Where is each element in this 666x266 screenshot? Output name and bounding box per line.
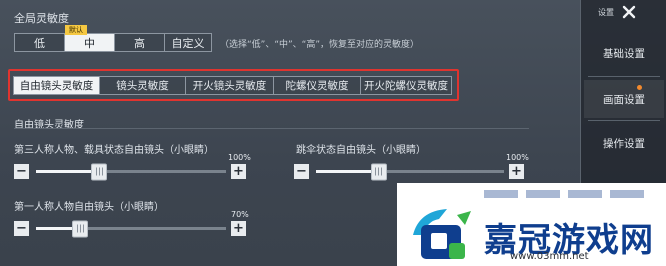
slider-thumb[interactable]	[370, 163, 387, 180]
preset-high[interactable]: 高	[114, 33, 164, 52]
slider-label-third-person: 第三人称人物、载具状态自由镜头（小眼睛）	[14, 145, 214, 156]
sidebar-divider	[588, 76, 660, 77]
slider-value-first-person: 70%	[231, 210, 249, 219]
slider-thumb[interactable]	[91, 163, 108, 180]
slider-plus-button[interactable]: +	[509, 164, 524, 179]
slider-value-parachute: 100%	[506, 153, 529, 162]
close-icon	[622, 5, 636, 19]
slider-track[interactable]	[316, 163, 504, 180]
global-sensitivity-title: 全局灵敏度	[14, 12, 69, 25]
close-button[interactable]	[616, 2, 642, 22]
slider-fill	[316, 170, 379, 173]
tab-gyroscope[interactable]: 陀螺仪灵敏度	[273, 76, 360, 95]
sidebar-item-graphics[interactable]: 画面设置	[584, 80, 664, 118]
preset-hint: （选择“低”、“中”、“高”，恢复至对应的灵敏度）	[220, 40, 419, 50]
tab-fire-camera[interactable]: 开火镜头灵敏度	[185, 76, 273, 95]
sensitivity-tabs: 自由镜头灵敏度 镜头灵敏度 开火镜头灵敏度 陀螺仪灵敏度 开火陀螺仪灵敏度	[13, 76, 452, 95]
slider-value-third-person: 100%	[228, 153, 251, 162]
preset-low[interactable]: 低	[14, 33, 64, 52]
watermark-ghost-text	[484, 190, 644, 198]
slider-minus-button[interactable]: −	[14, 221, 29, 236]
slider-minus-button[interactable]: −	[294, 164, 309, 179]
slider-track[interactable]	[36, 163, 226, 180]
slider-plus-button[interactable]: +	[231, 221, 246, 236]
slider-thumb[interactable]	[72, 220, 89, 237]
sidebar-item-basic[interactable]: 基础设置	[584, 34, 664, 72]
sidebar-item-controls[interactable]: 操作设置	[584, 124, 664, 162]
sidebar-header: 设置	[598, 8, 614, 17]
preset-group: 低 中 高 自定义	[14, 33, 212, 52]
watermark-logo-icon	[413, 209, 471, 259]
notification-dot	[637, 85, 642, 90]
preset-medium[interactable]: 中	[64, 33, 114, 52]
slider-label-first-person: 第一人称人物自由镜头（小眼睛）	[14, 202, 164, 213]
slider-minus-button[interactable]: −	[14, 164, 29, 179]
sidebar-divider	[588, 120, 660, 121]
slider-fill	[36, 170, 100, 173]
preset-custom[interactable]: 自定义	[164, 33, 212, 52]
tab-camera[interactable]: 镜头灵敏度	[99, 76, 185, 95]
settings-screen: 全局灵敏度 低 中 高 自定义 默认 （选择“低”、“中”、“高”，恢复至对应的…	[0, 0, 666, 266]
watermark-url: www.03mm.net	[510, 251, 589, 262]
slider-track[interactable]	[36, 220, 226, 237]
slider-label-parachute: 跳伞状态自由镜头（小眼睛）	[296, 145, 426, 156]
tab-free-camera[interactable]: 自由镜头灵敏度	[13, 76, 99, 95]
section-divider	[14, 128, 529, 129]
slider-plus-button[interactable]: +	[231, 164, 246, 179]
tab-fire-gyroscope[interactable]: 开火陀螺仪灵敏度	[360, 76, 452, 95]
default-badge: 默认	[65, 25, 87, 35]
